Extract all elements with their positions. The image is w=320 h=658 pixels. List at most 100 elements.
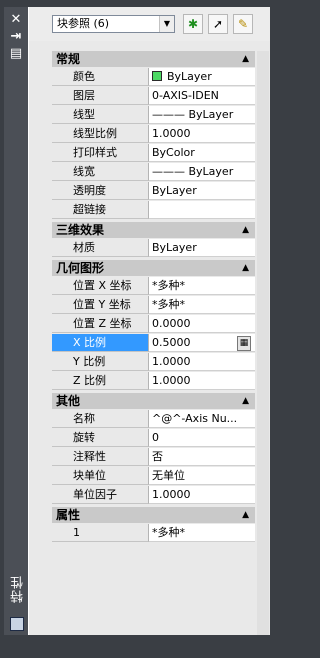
property-value-text: 1.0000 <box>152 127 191 140</box>
section-header[interactable]: 属性 ▲ <box>52 507 255 523</box>
property-name: 线型比例 <box>52 125 149 143</box>
property-value-text: ByLayer <box>152 241 197 254</box>
property-row[interactable]: 名称 ^@^-Axis Nu... <box>52 410 255 428</box>
section-header[interactable]: 三维效果 ▲ <box>52 222 255 238</box>
property-value[interactable]: ByColor <box>149 144 255 162</box>
property-row[interactable]: 线型 ——— ByLayer <box>52 106 255 124</box>
toggle-pickadd-button[interactable]: ✱ <box>183 14 203 34</box>
property-value[interactable]: 0.0000 <box>149 315 255 333</box>
property-name: 1 <box>52 524 149 542</box>
property-value-text: 1.0000 <box>152 355 191 368</box>
property-value[interactable]: 0 <box>149 429 255 447</box>
quick-select-button[interactable]: ✎ <box>233 14 253 34</box>
property-row[interactable]: X 比例 0.5000 ▦ <box>52 334 255 352</box>
property-value-text: 0 <box>152 431 159 444</box>
property-name: 位置 Y 坐标 <box>52 296 149 314</box>
toggle-pickadd-icon: ✱ <box>187 17 199 31</box>
property-value-text: 无单位 <box>152 469 185 482</box>
property-value[interactable]: 0-AXIS-IDEN <box>149 87 255 105</box>
property-value[interactable]: ——— ByLayer <box>149 106 255 124</box>
collapse-icon[interactable]: ▲ <box>242 51 249 67</box>
properties-icon[interactable]: ▤ <box>4 45 28 63</box>
property-row[interactable]: 颜色 ByLayer <box>52 68 255 86</box>
property-name: 颜色 <box>52 68 149 86</box>
property-name: 材质 <box>52 239 149 257</box>
property-row[interactable]: 超链接 <box>52 201 255 219</box>
property-value-text: 1.0000 <box>152 374 191 387</box>
section-header[interactable]: 常规 ▲ <box>52 51 255 67</box>
property-value[interactable]: 0.5000 ▦ <box>149 334 255 352</box>
section-title: 三维效果 <box>56 223 105 237</box>
palette-menu-icon[interactable] <box>10 617 24 631</box>
property-value[interactable] <box>149 201 255 219</box>
property-row[interactable]: 单位因子 1.0000 <box>52 486 255 504</box>
section-title: 其他 <box>56 394 81 408</box>
property-row[interactable]: 线宽 ——— ByLayer <box>52 163 255 181</box>
property-name: 位置 X 坐标 <box>52 277 149 295</box>
property-value-text: *多种* <box>152 279 185 292</box>
property-row[interactable]: 块单位 无单位 <box>52 467 255 485</box>
property-value[interactable]: *多种* <box>149 524 255 542</box>
close-icon[interactable]: ✕ <box>4 11 28 29</box>
property-value[interactable]: ByLayer <box>149 182 255 200</box>
property-value[interactable]: ^@^-Axis Nu... <box>149 410 255 428</box>
section-title: 几何图形 <box>56 261 105 275</box>
property-value[interactable]: 1.0000 <box>149 353 255 371</box>
palette-main: 块参照 (6) ▼ ✱ ➚ ✎ 常规 ▲ 颜色 ByLayer 图层 0-AXIS-IDE… <box>29 7 270 635</box>
property-row[interactable]: 旋转 0 <box>52 429 255 447</box>
calculator-icon[interactable]: ▦ <box>237 336 251 351</box>
property-value[interactable]: 否 <box>149 448 255 466</box>
property-value[interactable]: 1.0000 <box>149 125 255 143</box>
color-swatch <box>152 71 162 81</box>
property-value[interactable]: *多种* <box>149 296 255 314</box>
collapse-icon[interactable]: ▲ <box>242 222 249 238</box>
palette-title-strip[interactable]: ✕ ⇥ ▤ 特性 <box>4 7 28 635</box>
property-value-text: 0-AXIS-IDEN <box>152 89 219 102</box>
property-name: 名称 <box>52 410 149 428</box>
property-row[interactable]: 图层 0-AXIS-IDEN <box>52 87 255 105</box>
section-title: 常规 <box>56 52 81 66</box>
property-row[interactable]: Y 比例 1.0000 <box>52 353 255 371</box>
property-name: 打印样式 <box>52 144 149 162</box>
property-name: X 比例 <box>52 334 149 352</box>
property-value[interactable]: ByLayer <box>149 68 255 86</box>
property-name: 图层 <box>52 87 149 105</box>
property-value[interactable]: *多种* <box>149 277 255 295</box>
property-name: 线型 <box>52 106 149 124</box>
property-value-text: *多种* <box>152 526 185 539</box>
property-value[interactable]: 无单位 <box>149 467 255 485</box>
property-row[interactable]: 线型比例 1.0000 <box>52 125 255 143</box>
property-name: 块单位 <box>52 467 149 485</box>
property-name: 旋转 <box>52 429 149 447</box>
select-objects-button[interactable]: ➚ <box>208 14 228 34</box>
object-selector[interactable]: 块参照 (6) ▼ <box>52 15 175 33</box>
property-value[interactable]: ByLayer <box>149 239 255 257</box>
vertical-scrollbar[interactable] <box>257 51 269 635</box>
property-row[interactable]: 1 *多种* <box>52 524 255 542</box>
collapse-icon[interactable]: ▲ <box>242 393 249 409</box>
property-value-text: ByLayer <box>167 70 212 83</box>
collapse-icon[interactable]: ▲ <box>242 507 249 523</box>
property-row[interactable]: 注释性否 <box>52 448 255 466</box>
section-header[interactable]: 其他 ▲ <box>52 393 255 409</box>
property-value-text: 0.0000 <box>152 317 191 330</box>
property-row[interactable]: 位置 Y 坐标 *多种* <box>52 296 255 314</box>
autohide-icon[interactable]: ⇥ <box>4 28 28 46</box>
section-header[interactable]: 几何图形 ▲ <box>52 260 255 276</box>
property-value[interactable]: 1.0000 <box>149 372 255 390</box>
property-name: 超链接 <box>52 201 149 219</box>
property-value[interactable]: ——— ByLayer <box>149 163 255 181</box>
property-row[interactable]: 打印样式 ByColor <box>52 144 255 162</box>
palette-title: 特性 <box>11 575 26 603</box>
property-name: Z 比例 <box>52 372 149 390</box>
property-row[interactable]: Z 比例 1.0000 <box>52 372 255 390</box>
property-row[interactable]: 材质 ByLayer <box>52 239 255 257</box>
property-value[interactable]: 1.0000 <box>149 486 255 504</box>
select-objects-icon: ➚ <box>212 17 224 31</box>
collapse-icon[interactable]: ▲ <box>242 260 249 276</box>
property-row[interactable]: 位置 X 坐标 *多种* <box>52 277 255 295</box>
chevron-down-icon[interactable]: ▼ <box>159 16 174 32</box>
property-row[interactable]: 透明度 ByLayer <box>52 182 255 200</box>
property-value-text: ——— ByLayer <box>152 165 234 178</box>
property-row[interactable]: 位置 Z 坐标 0.0000 <box>52 315 255 333</box>
